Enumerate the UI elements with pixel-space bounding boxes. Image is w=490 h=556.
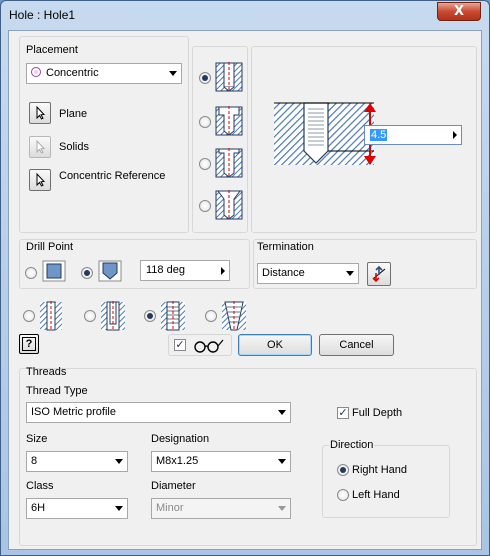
- direction-heading: Direction: [329, 439, 375, 451]
- solids-select-button[interactable]: [29, 136, 51, 158]
- hole-type-drilled-radio[interactable]: [199, 72, 211, 84]
- placement-method-select[interactable]: Concentric: [26, 63, 182, 84]
- hole-dialog-window: Hole : Hole1 X Placement Concentric Plan…: [0, 0, 490, 556]
- countersink-hole-icon: [215, 190, 243, 220]
- size-select[interactable]: 8: [26, 451, 128, 472]
- concentric-reference-select-button[interactable]: [29, 169, 51, 191]
- glasses-icon: [194, 339, 224, 353]
- full-depth-checkbox[interactable]: ✓: [337, 407, 349, 419]
- left-hand-radio[interactable]: [337, 489, 349, 501]
- hole-type-countersink-radio[interactable]: [199, 200, 211, 212]
- depth-input[interactable]: 4.5: [364, 125, 462, 145]
- flat-drill-point-icon: [42, 260, 66, 282]
- left-hand-label: Left Hand: [352, 489, 400, 501]
- class-label: Class: [26, 480, 54, 492]
- right-hand-radio[interactable]: [337, 464, 349, 476]
- termination-heading: Termination: [257, 241, 314, 253]
- drill-point-heading: Drill Point: [26, 241, 74, 253]
- chevron-down-icon: [115, 459, 123, 464]
- hole-preview-graphic: [274, 101, 374, 167]
- designation-select[interactable]: M8x1.25: [151, 451, 291, 472]
- thread-type-label: Thread Type: [26, 385, 88, 397]
- flip-direction-button[interactable]: [367, 262, 391, 286]
- hole-style-taper-tapped-radio[interactable]: [205, 310, 217, 322]
- arrow-cursor-icon: [36, 139, 46, 154]
- size-label: Size: [26, 433, 48, 445]
- solids-label: Solids: [59, 141, 89, 153]
- diameter-label: Diameter: [151, 480, 196, 492]
- plane-label: Plane: [59, 108, 88, 120]
- tapped-hole-icon: [160, 301, 186, 331]
- chevron-down-icon: [278, 410, 286, 415]
- close-button[interactable]: X: [437, 2, 481, 21]
- hole-style-tapped-radio[interactable]: [144, 310, 156, 322]
- right-hand-label: Right Hand: [352, 464, 408, 476]
- hole-type-counterbore-radio[interactable]: [199, 116, 211, 128]
- hole-type-spotface-radio[interactable]: [199, 158, 211, 170]
- help-button[interactable]: ?: [19, 334, 39, 354]
- threads-heading: Threads: [26, 366, 67, 378]
- chevron-down-icon: [169, 71, 177, 76]
- preview-toggle-area: ✓: [168, 334, 232, 356]
- angled-drill-point-icon: [98, 260, 122, 282]
- drill-angle-input[interactable]: 118 deg: [140, 260, 230, 281]
- title-bar[interactable]: Hole : Hole1 X: [1, 1, 489, 29]
- dialog-body: Placement Concentric Plane Solids Concen…: [8, 30, 482, 550]
- plane-select-button[interactable]: [29, 102, 51, 124]
- drilled-hole-icon: [215, 62, 243, 92]
- help-icon: ?: [22, 337, 36, 351]
- spotface-hole-icon: [215, 148, 243, 178]
- chevron-down-icon: [115, 506, 123, 511]
- full-depth-label: Full Depth: [352, 407, 403, 419]
- chevron-down-icon: [278, 506, 286, 511]
- concentric-reference-label: Concentric Reference: [59, 170, 166, 182]
- menu-arrow-icon: [221, 267, 225, 275]
- thread-type-select[interactable]: ISO Metric profile: [26, 402, 291, 423]
- hole-style-simple-radio[interactable]: [23, 310, 35, 322]
- class-select[interactable]: 6H: [26, 498, 128, 519]
- direction-group: [322, 445, 450, 518]
- window-title: Hole : Hole1: [9, 8, 76, 22]
- clearance-hole-icon: [100, 301, 126, 331]
- flip-arrows-icon: [372, 265, 386, 283]
- counterbore-hole-icon: [215, 106, 243, 136]
- concentric-icon: [31, 67, 41, 77]
- ok-button[interactable]: OK: [238, 334, 312, 356]
- taper-tapped-hole-icon: [221, 301, 247, 331]
- menu-arrow-icon: [453, 131, 457, 139]
- simple-hole-icon: [39, 301, 63, 331]
- preview-checkbox[interactable]: ✓: [174, 339, 186, 351]
- chevron-down-icon: [346, 271, 354, 276]
- diameter-select[interactable]: Minor: [151, 498, 291, 519]
- arrow-cursor-icon: [36, 105, 46, 120]
- drill-point-angle-radio[interactable]: [81, 267, 93, 279]
- hole-style-clearance-radio[interactable]: [84, 310, 96, 322]
- termination-select[interactable]: Distance: [257, 263, 359, 284]
- drill-point-flat-radio[interactable]: [25, 267, 37, 279]
- chevron-down-icon: [278, 459, 286, 464]
- designation-label: Designation: [151, 433, 210, 445]
- arrow-cursor-icon: [36, 172, 46, 187]
- placement-heading: Placement: [26, 44, 78, 56]
- cancel-button[interactable]: Cancel: [319, 334, 394, 356]
